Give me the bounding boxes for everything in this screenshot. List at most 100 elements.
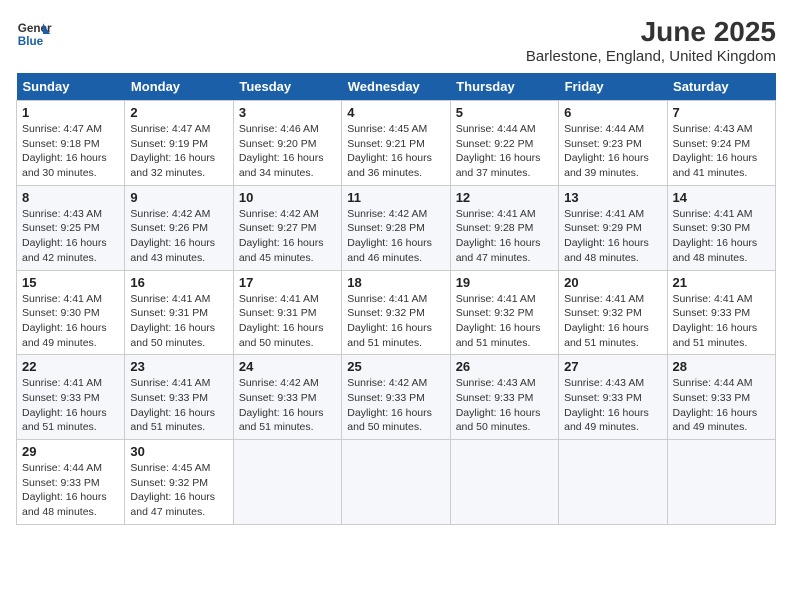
day-number: 21: [673, 275, 770, 290]
day-number: 18: [347, 275, 444, 290]
day-number: 7: [673, 105, 770, 120]
day-info: Sunrise: 4:41 AMSunset: 9:31 PMDaylight:…: [130, 292, 227, 351]
day-info: Sunrise: 4:46 AMSunset: 9:20 PMDaylight:…: [239, 122, 336, 181]
day-number: 11: [347, 190, 444, 205]
day-number: 8: [22, 190, 119, 205]
calendar-week-4: 22 Sunrise: 4:41 AMSunset: 9:33 PMDaylig…: [17, 355, 776, 440]
calendar-cell: 11 Sunrise: 4:42 AMSunset: 9:28 PMDaylig…: [342, 185, 450, 270]
calendar-cell: 6 Sunrise: 4:44 AMSunset: 9:23 PMDayligh…: [559, 101, 667, 186]
calendar-cell: 16 Sunrise: 4:41 AMSunset: 9:31 PMDaylig…: [125, 270, 233, 355]
day-number: 17: [239, 275, 336, 290]
day-info: Sunrise: 4:42 AMSunset: 9:27 PMDaylight:…: [239, 207, 336, 266]
day-info: Sunrise: 4:42 AMSunset: 9:26 PMDaylight:…: [130, 207, 227, 266]
calendar-cell: 2 Sunrise: 4:47 AMSunset: 9:19 PMDayligh…: [125, 101, 233, 186]
calendar-cell: 4 Sunrise: 4:45 AMSunset: 9:21 PMDayligh…: [342, 101, 450, 186]
day-number: 19: [456, 275, 553, 290]
calendar-cell: 18 Sunrise: 4:41 AMSunset: 9:32 PMDaylig…: [342, 270, 450, 355]
calendar-cell: 25 Sunrise: 4:42 AMSunset: 9:33 PMDaylig…: [342, 355, 450, 440]
calendar-cell: 27 Sunrise: 4:43 AMSunset: 9:33 PMDaylig…: [559, 355, 667, 440]
calendar-cell: 15 Sunrise: 4:41 AMSunset: 9:30 PMDaylig…: [17, 270, 125, 355]
calendar-week-3: 15 Sunrise: 4:41 AMSunset: 9:30 PMDaylig…: [17, 270, 776, 355]
day-info: Sunrise: 4:43 AMSunset: 9:33 PMDaylight:…: [456, 376, 553, 435]
weekday-header-friday: Friday: [559, 73, 667, 101]
day-info: Sunrise: 4:41 AMSunset: 9:32 PMDaylight:…: [347, 292, 444, 351]
day-number: 2: [130, 105, 227, 120]
calendar-cell: 5 Sunrise: 4:44 AMSunset: 9:22 PMDayligh…: [450, 101, 558, 186]
day-number: 20: [564, 275, 661, 290]
day-number: 9: [130, 190, 227, 205]
day-info: Sunrise: 4:41 AMSunset: 9:33 PMDaylight:…: [673, 292, 770, 351]
day-info: Sunrise: 4:43 AMSunset: 9:25 PMDaylight:…: [22, 207, 119, 266]
calendar-week-5: 29 Sunrise: 4:44 AMSunset: 9:33 PMDaylig…: [17, 440, 776, 525]
day-number: 25: [347, 359, 444, 374]
calendar-week-1: 1 Sunrise: 4:47 AMSunset: 9:18 PMDayligh…: [17, 101, 776, 186]
day-info: Sunrise: 4:45 AMSunset: 9:32 PMDaylight:…: [130, 461, 227, 520]
page-header: General Blue June 2025 Barlestone, Engla…: [16, 16, 776, 65]
day-number: 3: [239, 105, 336, 120]
weekday-header-wednesday: Wednesday: [342, 73, 450, 101]
day-info: Sunrise: 4:43 AMSunset: 9:33 PMDaylight:…: [564, 376, 661, 435]
calendar-cell: [667, 440, 775, 525]
weekday-header-tuesday: Tuesday: [233, 73, 341, 101]
calendar-cell: 23 Sunrise: 4:41 AMSunset: 9:33 PMDaylig…: [125, 355, 233, 440]
day-number: 10: [239, 190, 336, 205]
calendar-cell: [233, 440, 341, 525]
day-number: 12: [456, 190, 553, 205]
calendar-cell: 20 Sunrise: 4:41 AMSunset: 9:32 PMDaylig…: [559, 270, 667, 355]
day-info: Sunrise: 4:41 AMSunset: 9:32 PMDaylight:…: [564, 292, 661, 351]
calendar-cell: 30 Sunrise: 4:45 AMSunset: 9:32 PMDaylig…: [125, 440, 233, 525]
day-info: Sunrise: 4:41 AMSunset: 9:30 PMDaylight:…: [673, 207, 770, 266]
calendar-cell: [342, 440, 450, 525]
day-number: 16: [130, 275, 227, 290]
day-info: Sunrise: 4:43 AMSunset: 9:24 PMDaylight:…: [673, 122, 770, 181]
day-info: Sunrise: 4:41 AMSunset: 9:33 PMDaylight:…: [130, 376, 227, 435]
svg-text:Blue: Blue: [18, 35, 44, 48]
calendar-cell: [559, 440, 667, 525]
day-number: 23: [130, 359, 227, 374]
day-info: Sunrise: 4:47 AMSunset: 9:19 PMDaylight:…: [130, 122, 227, 181]
calendar-cell: 14 Sunrise: 4:41 AMSunset: 9:30 PMDaylig…: [667, 185, 775, 270]
day-info: Sunrise: 4:47 AMSunset: 9:18 PMDaylight:…: [22, 122, 119, 181]
calendar-cell: 26 Sunrise: 4:43 AMSunset: 9:33 PMDaylig…: [450, 355, 558, 440]
weekday-header-sunday: Sunday: [17, 73, 125, 101]
day-info: Sunrise: 4:42 AMSunset: 9:33 PMDaylight:…: [347, 376, 444, 435]
calendar-cell: 17 Sunrise: 4:41 AMSunset: 9:31 PMDaylig…: [233, 270, 341, 355]
month-year-title: June 2025: [526, 16, 776, 48]
day-info: Sunrise: 4:41 AMSunset: 9:32 PMDaylight:…: [456, 292, 553, 351]
day-number: 13: [564, 190, 661, 205]
weekday-header-row: SundayMondayTuesdayWednesdayThursdayFrid…: [17, 73, 776, 101]
calendar-cell: 24 Sunrise: 4:42 AMSunset: 9:33 PMDaylig…: [233, 355, 341, 440]
weekday-header-thursday: Thursday: [450, 73, 558, 101]
day-info: Sunrise: 4:41 AMSunset: 9:30 PMDaylight:…: [22, 292, 119, 351]
calendar-cell: 13 Sunrise: 4:41 AMSunset: 9:29 PMDaylig…: [559, 185, 667, 270]
day-number: 14: [673, 190, 770, 205]
calendar-cell: [450, 440, 558, 525]
day-number: 1: [22, 105, 119, 120]
calendar-cell: 1 Sunrise: 4:47 AMSunset: 9:18 PMDayligh…: [17, 101, 125, 186]
calendar-cell: 8 Sunrise: 4:43 AMSunset: 9:25 PMDayligh…: [17, 185, 125, 270]
logo-icon: General Blue: [16, 16, 52, 52]
day-info: Sunrise: 4:41 AMSunset: 9:29 PMDaylight:…: [564, 207, 661, 266]
day-info: Sunrise: 4:41 AMSunset: 9:28 PMDaylight:…: [456, 207, 553, 266]
day-info: Sunrise: 4:44 AMSunset: 9:33 PMDaylight:…: [22, 461, 119, 520]
day-info: Sunrise: 4:44 AMSunset: 9:23 PMDaylight:…: [564, 122, 661, 181]
calendar-cell: 28 Sunrise: 4:44 AMSunset: 9:33 PMDaylig…: [667, 355, 775, 440]
calendar-cell: 10 Sunrise: 4:42 AMSunset: 9:27 PMDaylig…: [233, 185, 341, 270]
calendar-cell: 9 Sunrise: 4:42 AMSunset: 9:26 PMDayligh…: [125, 185, 233, 270]
day-info: Sunrise: 4:42 AMSunset: 9:28 PMDaylight:…: [347, 207, 444, 266]
calendar-cell: 12 Sunrise: 4:41 AMSunset: 9:28 PMDaylig…: [450, 185, 558, 270]
day-number: 15: [22, 275, 119, 290]
weekday-header-monday: Monday: [125, 73, 233, 101]
day-number: 28: [673, 359, 770, 374]
day-info: Sunrise: 4:44 AMSunset: 9:33 PMDaylight:…: [673, 376, 770, 435]
day-info: Sunrise: 4:44 AMSunset: 9:22 PMDaylight:…: [456, 122, 553, 181]
calendar-cell: 21 Sunrise: 4:41 AMSunset: 9:33 PMDaylig…: [667, 270, 775, 355]
day-number: 29: [22, 444, 119, 459]
calendar-cell: 22 Sunrise: 4:41 AMSunset: 9:33 PMDaylig…: [17, 355, 125, 440]
day-number: 4: [347, 105, 444, 120]
day-number: 30: [130, 444, 227, 459]
calendar-week-2: 8 Sunrise: 4:43 AMSunset: 9:25 PMDayligh…: [17, 185, 776, 270]
location-subtitle: Barlestone, England, United Kingdom: [526, 48, 776, 65]
day-number: 22: [22, 359, 119, 374]
weekday-header-saturday: Saturday: [667, 73, 775, 101]
